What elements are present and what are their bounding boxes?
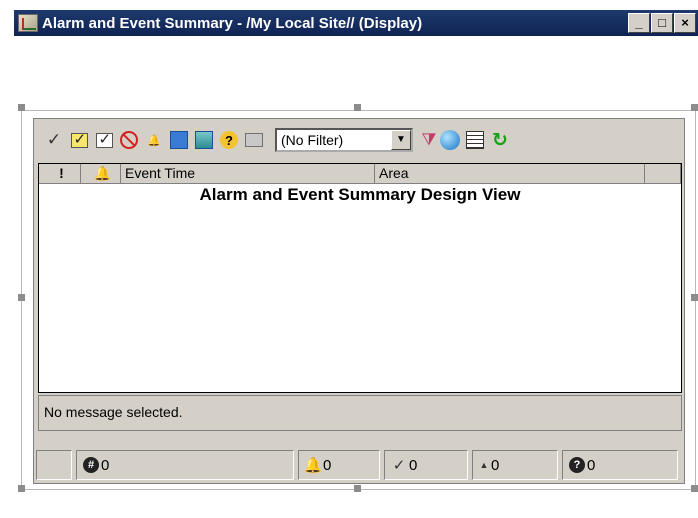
silence-button[interactable]: 🔔: [142, 128, 166, 152]
ack-count: 0: [409, 456, 418, 474]
find-button[interactable]: [438, 128, 462, 152]
print-button[interactable]: [242, 128, 266, 152]
list-icon: [466, 131, 484, 149]
ack-selected-icon: [95, 130, 113, 148]
minimize-button[interactable]: _: [628, 13, 650, 33]
window-title: Alarm and Event Summary - /My Local Site…: [42, 14, 423, 32]
silence-icon: 🔔: [147, 134, 161, 147]
details-icon: [170, 131, 188, 149]
status-minor: ▲ 0: [472, 450, 558, 480]
no-entry-icon: [120, 131, 138, 149]
printer-icon: [245, 133, 263, 147]
alarm-summary-control[interactable]: ✓ 🔔 ? (No Filter) ▼ ⧩ ↻ ! 🔔 Event Time A…: [33, 118, 685, 484]
bell-icon: 🔔: [93, 165, 112, 181]
status-total: # 0: [76, 450, 294, 480]
properties-button[interactable]: [192, 128, 216, 152]
details-button[interactable]: [167, 128, 191, 152]
funnel-icon: ⧩: [421, 130, 437, 149]
resize-handle-right[interactable]: [691, 294, 698, 301]
acknowledge-page-button[interactable]: [67, 128, 91, 152]
status-bar: # 0 🔔 0 ✓ 0 ▲ 0 ? 0: [34, 447, 684, 483]
column-area[interactable]: Area: [375, 164, 645, 183]
filter-select[interactable]: (No Filter) ▼: [275, 128, 413, 152]
status-alarms: 🔔 0: [298, 450, 380, 480]
acknowledge-button[interactable]: ✓: [42, 128, 66, 152]
checkmark-icon: ✓: [46, 130, 62, 149]
hash-icon: #: [83, 457, 99, 473]
window-title-bar[interactable]: Alarm and Event Summary - /My Local Site…: [14, 10, 698, 36]
question-icon: ?: [569, 457, 585, 473]
unknown-count: 0: [587, 456, 596, 474]
column-extra[interactable]: [645, 164, 681, 183]
help-icon: ?: [220, 131, 238, 149]
design-view-label: Alarm and Event Summary Design View: [199, 185, 521, 204]
find-icon: [440, 130, 460, 150]
resize-handle-bottom-right[interactable]: [691, 485, 698, 492]
toolbar: ✓ 🔔 ? (No Filter) ▼ ⧩ ↻: [34, 119, 684, 161]
refresh-button[interactable]: ↻: [488, 128, 512, 152]
column-priority[interactable]: !: [39, 164, 81, 183]
resize-handle-left[interactable]: [18, 294, 25, 301]
ack-icon: ✓: [392, 457, 406, 474]
message-text: No message selected.: [44, 404, 183, 420]
minor-count: 0: [491, 456, 500, 474]
resize-handle-top[interactable]: [354, 104, 361, 111]
app-icon: [18, 14, 38, 32]
filter-button[interactable]: ⧩: [413, 128, 437, 152]
filter-value: (No Filter): [281, 132, 344, 148]
properties-icon: [195, 131, 213, 149]
ack-page-icon: [70, 130, 88, 148]
status-unknown: ? 0: [562, 450, 678, 480]
status-blank: [36, 450, 72, 480]
total-count: 0: [101, 456, 110, 474]
close-button[interactable]: ×: [674, 13, 696, 33]
event-grid[interactable]: ! 🔔 Event Time Area Alarm and Event Summ…: [38, 163, 682, 393]
small-bell-icon: ▲: [479, 460, 489, 470]
disable-button[interactable]: [117, 128, 141, 152]
resize-handle-bottom[interactable]: [354, 485, 361, 492]
grid-header: ! 🔔 Event Time Area: [39, 164, 681, 184]
help-button[interactable]: ?: [217, 128, 241, 152]
refresh-icon: ↻: [492, 129, 508, 151]
columns-button[interactable]: [463, 128, 487, 152]
status-acked: ✓ 0: [384, 450, 468, 480]
bell-icon: 🔔: [303, 457, 323, 474]
column-alarm[interactable]: 🔔: [81, 164, 121, 183]
maximize-button[interactable]: □: [651, 13, 673, 33]
resize-handle-bottom-left[interactable]: [18, 485, 25, 492]
alarm-count: 0: [323, 456, 332, 474]
resize-handle-top-right[interactable]: [691, 104, 698, 111]
chevron-down-icon[interactable]: ▼: [391, 130, 411, 150]
acknowledge-selected-button[interactable]: [92, 128, 116, 152]
message-bar: No message selected.: [38, 395, 682, 431]
resize-handle-top-left[interactable]: [18, 104, 25, 111]
column-event-time[interactable]: Event Time: [121, 164, 375, 183]
